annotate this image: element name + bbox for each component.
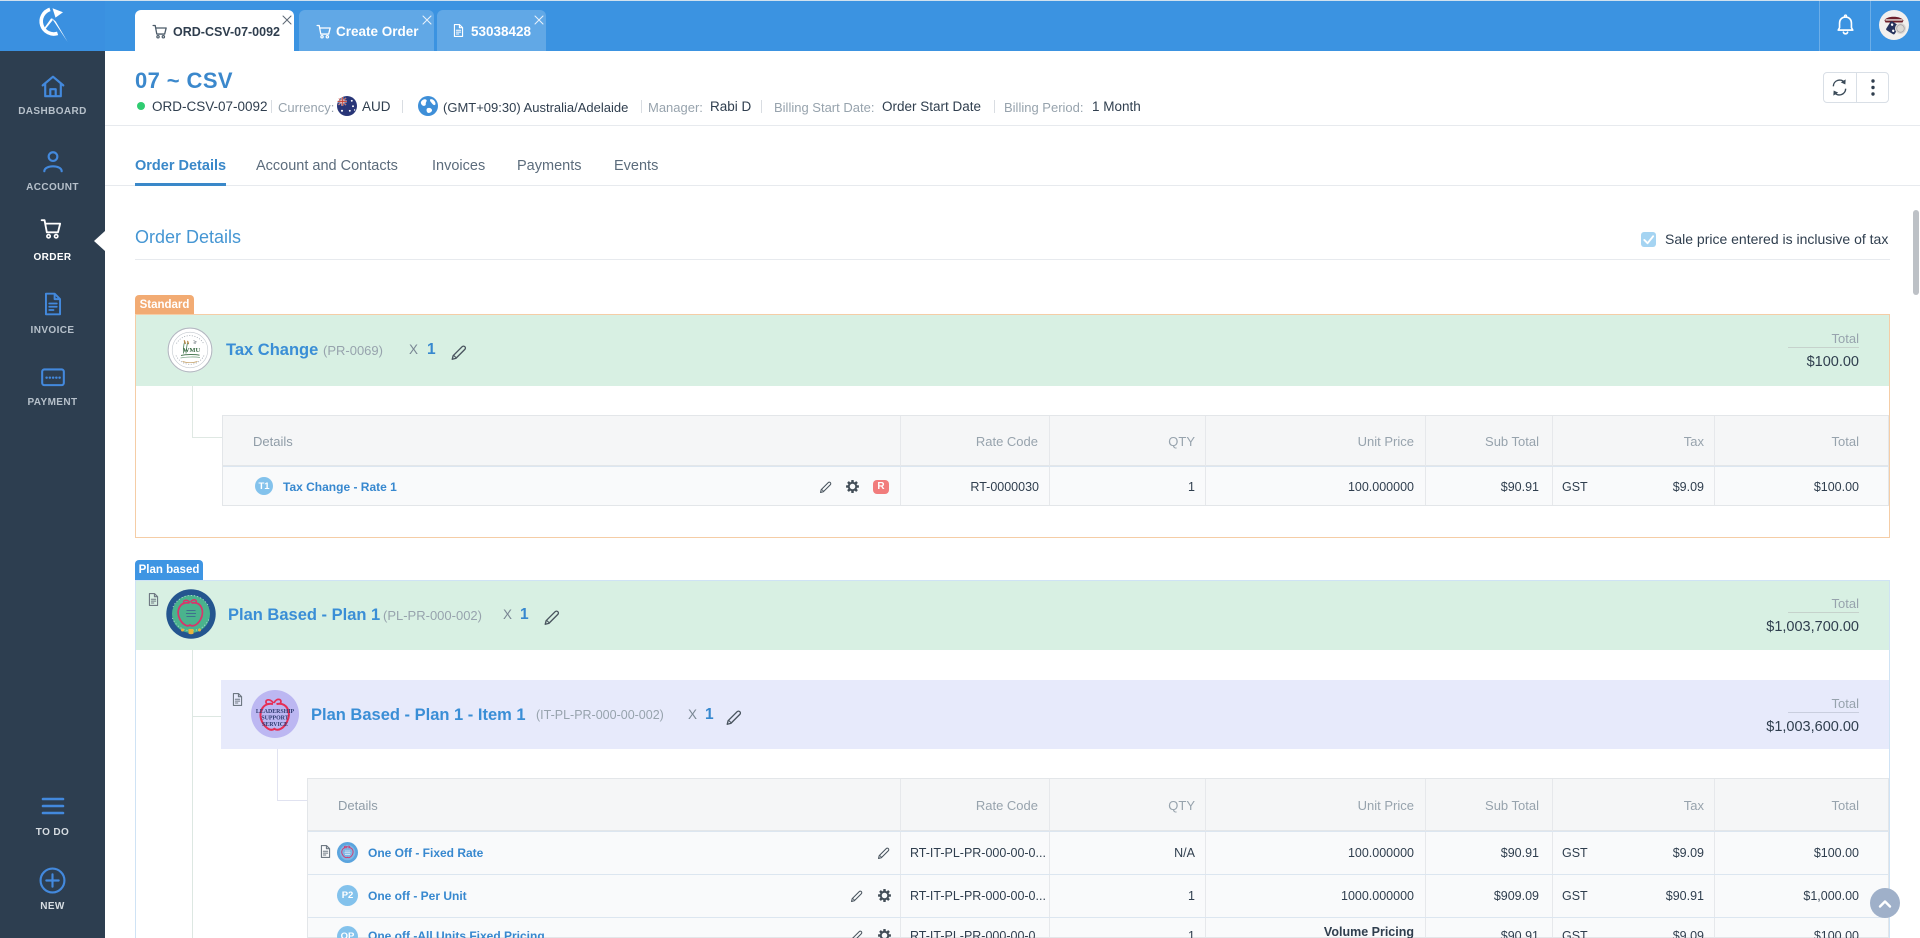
svg-text:WMU: WMU — [183, 347, 201, 354]
svg-text:SERVICE: SERVICE — [262, 722, 288, 728]
svg-text:LEADERSHIP: LEADERSHIP — [256, 709, 295, 715]
svg-text:SUPPORT: SUPPORT — [261, 715, 288, 721]
